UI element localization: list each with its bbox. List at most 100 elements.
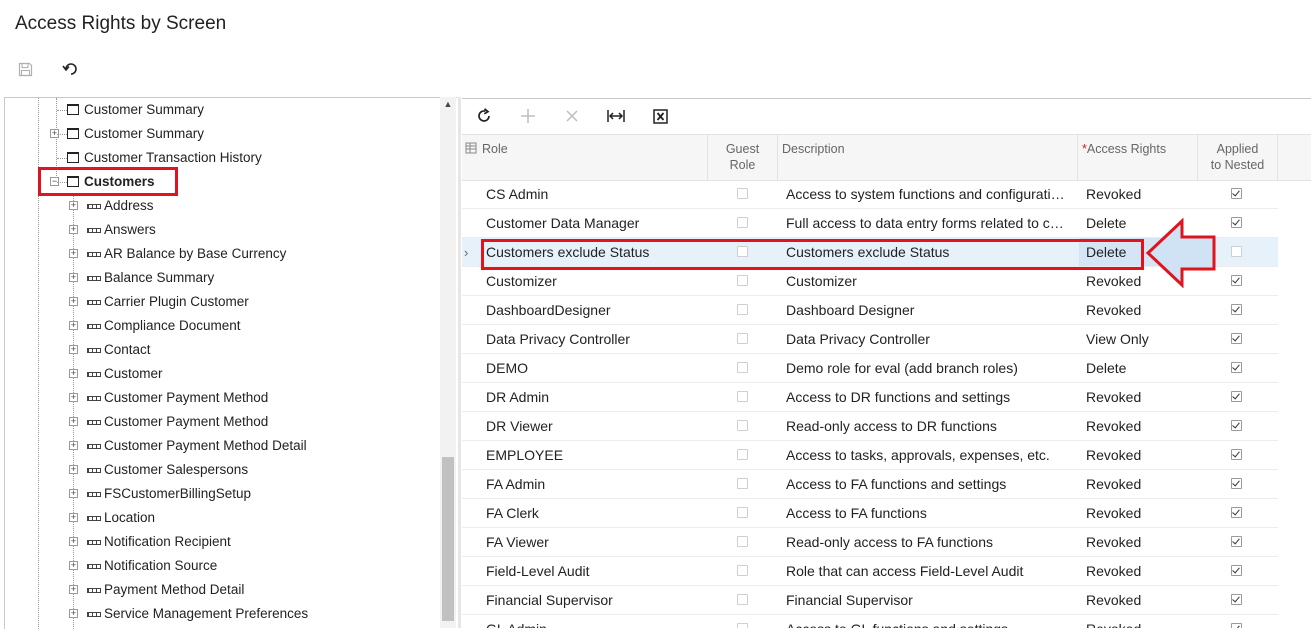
table-row[interactable]: DashboardDesigner Dashboard Designer Revok… [462,296,1278,325]
guest-role-checkbox[interactable] [737,333,748,344]
tree-item[interactable]: + Customer Summary [5,122,435,146]
table-row[interactable]: DEMO Demo role for eval (add branch roles… [462,354,1278,383]
cell-role[interactable]: CS Admin [486,180,704,208]
guest-role-checkbox[interactable] [737,565,748,576]
tree-item[interactable]: + Payment Method Detail [5,578,435,602]
cell-description[interactable]: Role that can access Field-Level Audit [786,557,1071,585]
applied-to-nested-checkbox[interactable] [1231,304,1242,315]
expand-icon[interactable]: + [69,345,78,354]
applied-to-nested-checkbox[interactable] [1231,275,1242,286]
cell-access-rights[interactable]: Revoked [1079,180,1204,208]
cell-access-rights[interactable]: Revoked [1079,586,1204,614]
guest-role-checkbox[interactable] [737,217,748,228]
cell-access-rights[interactable]: Revoked [1079,557,1204,585]
fit-to-width-button[interactable] [603,104,629,128]
cell-description[interactable]: Access to FA functions and settings [786,470,1071,498]
cell-role[interactable]: FA Clerk [486,499,704,527]
export-excel-button[interactable] [647,104,673,128]
cell-access-rights[interactable]: Revoked [1079,528,1204,556]
cell-role[interactable]: DR Viewer [486,412,704,440]
cell-role[interactable]: FA Viewer [486,528,704,556]
row-selector-icon[interactable]: › [464,238,478,266]
table-row[interactable]: Field-Level Audit Role that can access Fi… [462,557,1278,586]
table-row[interactable]: DR Admin Access to DR functions and setti… [462,383,1278,412]
scroll-up-icon[interactable]: ▲ [440,99,456,113]
expand-icon[interactable]: + [69,273,78,282]
expand-icon[interactable]: + [69,561,78,570]
cell-description[interactable]: Access to system functions and configura… [786,180,1071,208]
cell-role[interactable]: Customer Data Manager [486,209,704,237]
applied-to-nested-checkbox[interactable] [1231,362,1242,373]
tree-item[interactable]: + Contact [5,338,435,362]
applied-to-nested-checkbox[interactable] [1231,507,1242,518]
cell-description[interactable]: Access to tasks, approvals, expenses, et… [786,441,1071,469]
tree-item[interactable]: + Notification Source [5,554,435,578]
guest-role-checkbox[interactable] [737,507,748,518]
guest-role-checkbox[interactable] [737,188,748,199]
table-row[interactable]: CS Admin Access to system functions and c… [462,180,1278,209]
delete-row-button[interactable] [559,104,585,128]
guest-role-checkbox[interactable] [737,304,748,315]
cell-description[interactable]: Read-only access to FA functions [786,528,1071,556]
table-row[interactable]: FA Clerk Access to FA functions Revoked [462,499,1278,528]
cell-description[interactable]: Read-only access to DR functions [786,412,1071,440]
col-header-applied-to-nested[interactable]: Applied to Nested [1198,135,1278,180]
expand-icon[interactable]: + [69,249,78,258]
guest-role-checkbox[interactable] [737,362,748,373]
applied-to-nested-checkbox[interactable] [1231,188,1242,199]
cell-role[interactable]: DEMO [486,354,704,382]
cell-access-rights[interactable]: Revoked [1079,499,1204,527]
expand-icon[interactable]: + [69,465,78,474]
guest-role-checkbox[interactable] [737,449,748,460]
panel-splitter[interactable] [458,97,461,628]
cell-role[interactable]: Field-Level Audit [486,557,704,585]
tree-item[interactable]: + Customer Payment Method [5,386,435,410]
add-row-button[interactable] [515,104,541,128]
tree-scrollbar[interactable]: ▲ [440,97,456,628]
expand-icon[interactable]: + [69,393,78,402]
cell-description[interactable]: Access to FA functions [786,499,1071,527]
col-header-role[interactable]: Role [480,135,708,180]
undo-button[interactable] [57,57,83,81]
cell-role[interactable]: Customizer [486,267,704,295]
cell-description[interactable]: Full access to data entry forms related … [786,209,1071,237]
expand-icon[interactable]: + [69,417,78,426]
tree-item[interactable]: + Address [5,194,435,218]
guest-role-checkbox[interactable] [737,594,748,605]
column-config-icon[interactable] [462,135,480,180]
table-row[interactable]: FA Viewer Read-only access to FA function… [462,528,1278,557]
tree-item[interactable]: + Location [5,506,435,530]
applied-to-nested-checkbox[interactable] [1231,246,1242,257]
tree-item[interactable]: + Answers [5,218,435,242]
cell-role[interactable]: Financial Supervisor [486,586,704,614]
applied-to-nested-checkbox[interactable] [1231,449,1242,460]
cell-access-rights[interactable]: Revoked [1079,615,1204,628]
cell-description[interactable]: Dashboard Designer [786,296,1071,324]
expand-icon[interactable]: + [69,321,78,330]
tree-item[interactable]: + Notification Recipient [5,530,435,554]
expand-icon[interactable]: + [69,297,78,306]
tree-item[interactable]: + Customer Payment Method [5,410,435,434]
col-header-guest-role[interactable]: Guest Role [708,135,778,180]
applied-to-nested-checkbox[interactable] [1231,565,1242,576]
applied-to-nested-checkbox[interactable] [1231,536,1242,547]
cell-role[interactable]: EMPLOYEE [486,441,704,469]
cell-access-rights[interactable]: Delete [1079,354,1204,382]
tree-item[interactable]: + Service Management Preferences [5,602,435,626]
tree-item[interactable]: + AR Balance by Base Currency [5,242,435,266]
cell-description[interactable]: Demo role for eval (add branch roles) [786,354,1071,382]
applied-to-nested-checkbox[interactable] [1231,478,1242,489]
cell-role[interactable]: Data Privacy Controller [486,325,704,353]
tree-item[interactable]: + Compliance Document [5,314,435,338]
tree-item[interactable]: + Customer Salespersons [5,458,435,482]
cell-description[interactable]: Access to DR functions and settings [786,383,1071,411]
guest-role-checkbox[interactable] [737,478,748,489]
cell-access-rights[interactable]: View Only [1079,325,1204,353]
save-button[interactable] [12,57,38,81]
cell-access-rights[interactable]: Revoked [1079,296,1204,324]
refresh-button[interactable] [471,104,497,128]
applied-to-nested-checkbox[interactable] [1231,391,1242,402]
table-row[interactable]: Financial Supervisor Financial Supervisor… [462,586,1278,615]
cell-description[interactable]: Financial Supervisor [786,586,1071,614]
table-row[interactable]: DR Viewer Read-only access to DR function… [462,412,1278,441]
